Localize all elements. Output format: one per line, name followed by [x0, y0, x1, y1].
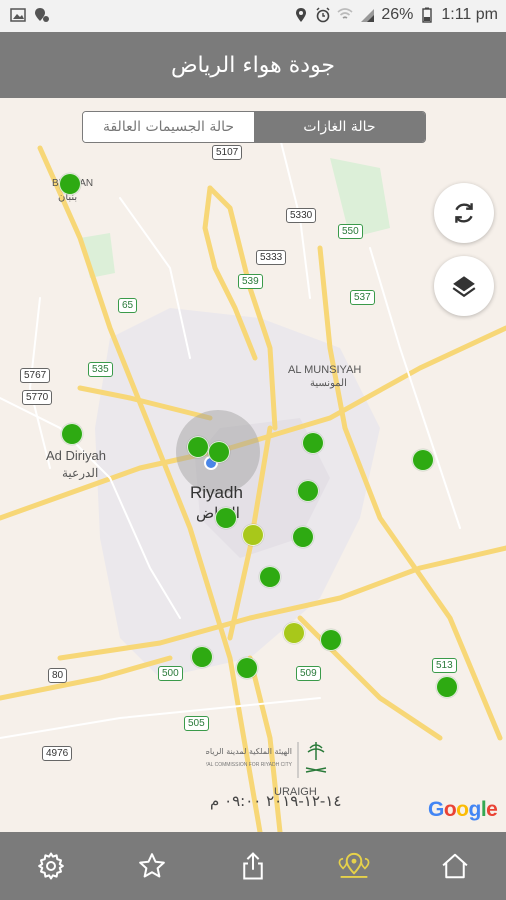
refresh-button[interactable] [434, 183, 494, 243]
location-icon [296, 8, 307, 22]
refresh-icon [455, 203, 473, 223]
home-icon [442, 853, 468, 879]
battery-icon [422, 7, 433, 23]
station-marker[interactable] [283, 622, 305, 644]
logo-text-en: ROYAL COMMISSION FOR RIYADH CITY [206, 762, 293, 768]
road-shield: 550 [338, 224, 363, 239]
station-marker[interactable] [187, 436, 209, 458]
gallery-icon [10, 8, 26, 22]
road-shield: 509 [296, 666, 321, 681]
road-shield: 539 [238, 274, 263, 289]
station-marker[interactable] [236, 657, 258, 679]
rcrc-logo: الهيئة الملكية لمدينة الرياض ROYAL COMMI… [206, 742, 327, 778]
bottom-nav [0, 832, 506, 900]
station-marker[interactable] [302, 432, 324, 454]
city-label-diriyah-ar: الدرعية [62, 466, 99, 480]
gas-particle-toggle: حالة الجسيمات العالقة حالة الغازات [82, 111, 426, 143]
station-marker[interactable] [320, 629, 342, 651]
home-button[interactable] [425, 836, 485, 896]
map-pins-icon [338, 852, 370, 878]
location-settings-icon [35, 8, 49, 22]
status-bar: 26% 1:11 pm [0, 0, 506, 32]
city-label-diriyah: Ad Diriyah [46, 448, 106, 463]
road-shield: 5333 [256, 250, 287, 265]
share-button[interactable] [223, 836, 283, 896]
page-title: جودة هواء الرياض [170, 52, 336, 78]
clock: 1:11 pm [441, 6, 498, 23]
road-shield: 513 [432, 658, 457, 673]
favorites-button[interactable] [122, 836, 182, 896]
station-marker[interactable] [59, 173, 81, 195]
battery-percent: 26% [381, 6, 414, 23]
road-shield: 500 [158, 666, 183, 681]
station-marker[interactable] [215, 507, 237, 529]
tab-gases[interactable]: حالة الغازات [254, 112, 425, 142]
layers-button[interactable] [434, 256, 494, 316]
wifi-icon [337, 8, 353, 19]
gear-icon [37, 852, 64, 880]
station-marker[interactable] [61, 423, 83, 445]
share-icon [243, 852, 263, 880]
road-shield: 535 [88, 362, 113, 377]
stations-map-button[interactable] [324, 836, 384, 896]
station-marker[interactable] [259, 566, 281, 588]
station-marker[interactable] [191, 646, 213, 668]
city-label-riyadh: Riyadh [190, 483, 243, 502]
station-marker[interactable] [242, 524, 264, 546]
road-shield: 5770 [22, 390, 53, 405]
map-view[interactable]: Riyadh الرياض Ad Diriyah الدرعية AL MUNS… [0, 98, 506, 832]
road-shield: 65 [118, 298, 138, 313]
station-marker[interactable] [436, 676, 458, 698]
station-marker[interactable] [412, 449, 434, 471]
road-shield: 505 [184, 716, 209, 731]
logo-text-ar: الهيئة الملكية لمدينة الرياض [206, 747, 292, 756]
district-label-munsiyah: AL MUNSIYAH [288, 364, 362, 376]
settings-button[interactable] [21, 836, 81, 896]
data-timestamp: ١٤-١٢-٢٠١٩ ٠٩:٠٠ م [210, 792, 342, 810]
road-shield: 537 [350, 290, 375, 305]
star-icon [138, 853, 165, 878]
station-marker[interactable] [208, 441, 230, 463]
road-shield: 5767 [20, 368, 51, 383]
alarm-icon [316, 7, 330, 23]
district-label-munsiyah-ar: المونسية [310, 378, 347, 389]
road-shield: 4976 [42, 746, 73, 761]
station-marker[interactable] [297, 480, 319, 502]
tab-particles[interactable]: حالة الجسيمات العالقة [83, 112, 254, 142]
road-shield: 5107 [212, 145, 243, 160]
app-header: جودة هواء الرياض [0, 32, 506, 98]
layers-icon [452, 276, 476, 298]
road-shield: 5330 [286, 208, 317, 223]
station-marker[interactable] [292, 526, 314, 548]
google-logo: Google [428, 798, 498, 821]
signal-icon [361, 9, 375, 22]
road-shield: 80 [48, 668, 68, 683]
